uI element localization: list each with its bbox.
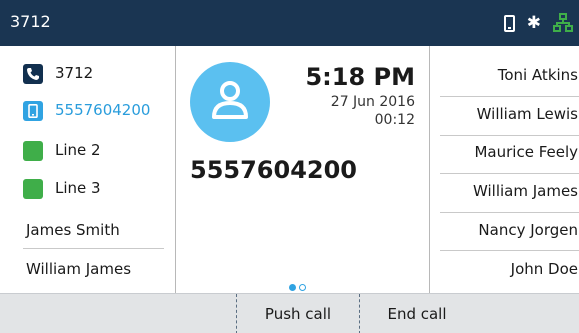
caller-avatar [190, 62, 270, 142]
line-key-label: 3712 [55, 64, 94, 82]
divider [440, 250, 579, 251]
line-indicator [23, 179, 43, 199]
mobile-phone-icon [23, 101, 43, 121]
divider [440, 135, 579, 136]
speed-dial-contact[interactable]: William James [473, 182, 578, 200]
network-icon [553, 13, 573, 33]
call-duration: 00:12 [374, 112, 415, 128]
line-key-label: Line 2 [55, 141, 101, 159]
line-keys-panel: 3712 5557604200 Line 2 Line 3 James Smit… [0, 46, 175, 293]
user-icon [212, 81, 248, 119]
speed-dial-contact[interactable]: Nancy Jorgen [478, 221, 578, 239]
status-bar: 3712 ✱ [0, 0, 579, 46]
contacts-panel: Toni Atkins William Lewis Maurice Feely … [430, 46, 579, 293]
status-icons: ✱ [503, 12, 573, 34]
speed-dial-contact[interactable]: James Smith [26, 221, 120, 239]
speed-dial-contact[interactable]: Maurice Feely [474, 143, 578, 161]
divider [440, 212, 579, 213]
speed-dial-contact[interactable]: John Doe [511, 260, 578, 278]
divider [23, 248, 164, 249]
speed-dial-contact[interactable]: Toni Atkins [498, 66, 578, 84]
speed-dial-contact[interactable]: William James [26, 260, 131, 278]
line-indicator [23, 141, 43, 161]
bluetooth-icon: ✱ [526, 12, 541, 33]
line-key-3[interactable]: Line 2 [0, 133, 175, 168]
clock-date: 27 Jun 2016 [330, 94, 415, 110]
divider [440, 96, 579, 97]
line-key-1[interactable]: 3712 [0, 56, 175, 91]
line-key-label: Line 3 [55, 179, 101, 197]
divider [440, 173, 579, 174]
page-dot[interactable] [299, 284, 306, 291]
page-dot-active[interactable] [289, 284, 296, 291]
call-panel: 5:18 PM 27 Jun 2016 00:12 5557604200 [176, 46, 429, 293]
phone-handset-icon [23, 64, 43, 84]
clock-time: 5:18 PM [305, 63, 415, 91]
end-call-button[interactable]: End call [372, 294, 462, 333]
mobile-phone-icon [503, 14, 515, 32]
softkey-bar: Push call End call [0, 293, 579, 333]
page-indicator[interactable] [289, 284, 306, 291]
line-key-label: 5557604200 [55, 101, 151, 119]
caller-number: 5557604200 [190, 156, 357, 184]
speed-dial-contact[interactable]: William Lewis [477, 105, 578, 123]
line-key-2[interactable]: 5557604200 [0, 93, 175, 128]
line-key-4[interactable]: Line 3 [0, 171, 175, 206]
push-call-button[interactable]: Push call [236, 294, 360, 333]
extension-label: 3712 [10, 12, 51, 31]
